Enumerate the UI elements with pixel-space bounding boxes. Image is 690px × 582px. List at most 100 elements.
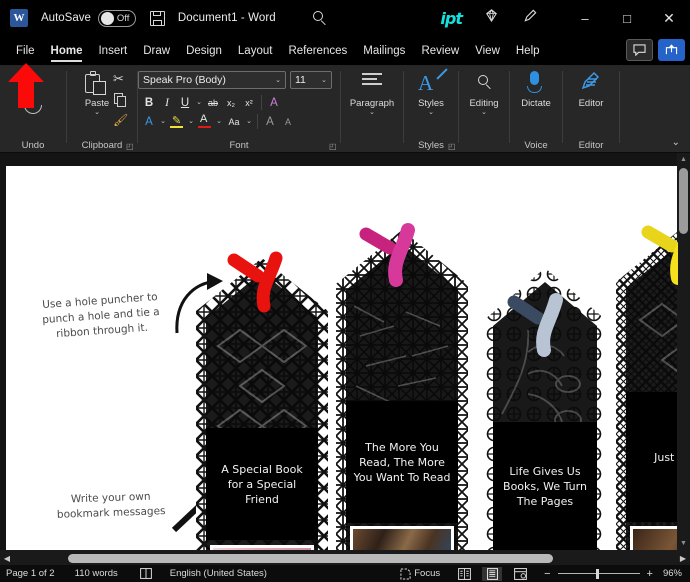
pen-edit-icon[interactable] [523, 8, 538, 28]
text-effects-chevron-down-icon[interactable]: ⌄ [158, 118, 168, 125]
comments-button[interactable] [626, 39, 653, 61]
highlight-chevron-down-icon[interactable]: ⌄ [186, 118, 196, 125]
font-row-divider [257, 114, 258, 129]
paragraph-chevron-down-icon[interactable]: ⌄ [341, 109, 403, 116]
scissors-icon[interactable]: ✂ [113, 71, 124, 87]
share-button[interactable] [658, 39, 685, 61]
font-size-combobox[interactable]: 11 ⌄ [290, 71, 332, 89]
tab-help[interactable]: Help [508, 36, 548, 65]
zoom-slider[interactable] [557, 568, 640, 579]
shrink-font-button[interactable]: A [279, 113, 297, 130]
change-case-chevron-down-icon[interactable]: ⌄ [244, 118, 254, 125]
italic-button[interactable]: I [158, 94, 176, 111]
autosave-toggle[interactable]: Off [97, 9, 136, 27]
minimize-button[interactable]: – [564, 0, 606, 36]
editor-label[interactable]: Editor [563, 98, 619, 109]
tab-review[interactable]: Review [413, 36, 467, 65]
zoom-slider-handle[interactable] [595, 568, 599, 579]
paste-label[interactable]: Paste [77, 98, 117, 109]
tab-view[interactable]: View [467, 36, 508, 65]
bookmark-card-2[interactable]: The More You Read, The More You Want To … [336, 223, 468, 550]
dictate-label[interactable]: Dictate [510, 98, 562, 109]
font-color-icon[interactable]: A [196, 113, 214, 130]
tab-actions [626, 39, 685, 61]
copy-icon[interactable] [114, 93, 128, 108]
styles-chevron-down-icon[interactable]: ⌄ [404, 109, 458, 116]
font-name-combobox[interactable]: Speak Pro (Body) ⌄ [138, 71, 286, 89]
tab-references[interactable]: References [280, 36, 355, 65]
close-button[interactable]: ✕ [648, 0, 690, 36]
tab-draw[interactable]: Draw [135, 36, 178, 65]
bookmark-card-4[interactable]: Just On Pa [616, 224, 678, 550]
subscript-button[interactable]: x₂ [222, 94, 240, 111]
chevron-down-icon[interactable]: ⌄ [275, 76, 281, 84]
superscript-button[interactable]: x² [240, 94, 258, 111]
tab-file[interactable]: File [8, 36, 43, 65]
horizontal-scrollbar[interactable]: ◀ ▶ [0, 551, 690, 565]
tab-mailings[interactable]: Mailings [355, 36, 413, 65]
maximize-button[interactable]: □ [606, 0, 648, 36]
editing-chevron-down-icon[interactable]: ⌄ [459, 109, 509, 116]
grow-font-button[interactable]: A [261, 113, 279, 130]
styles-label[interactable]: Styles [404, 98, 458, 109]
read-mode-button[interactable] [454, 567, 474, 581]
paste-chevron-down-icon[interactable]: ⌄ [77, 109, 117, 116]
bookmark-card-1[interactable]: A Special Book for a Special Friend [196, 251, 328, 550]
zoom-level[interactable]: 96% [663, 568, 682, 579]
editing-search-icon[interactable] [475, 73, 493, 91]
word-count[interactable]: 110 words [75, 568, 118, 579]
strikethrough-button[interactable]: ab [204, 94, 222, 111]
ribbon-tab-bar: File Home Insert Draw Design Layout Refe… [0, 36, 690, 65]
tab-design[interactable]: Design [178, 36, 230, 65]
undo-icon[interactable] [24, 105, 42, 114]
text-effects-icon[interactable]: A [140, 113, 158, 130]
scroll-right-arrow-icon[interactable]: ▶ [676, 551, 690, 565]
document-canvas[interactable]: Use a hole puncher to punch a hole and t… [0, 153, 690, 550]
page-indicator[interactable]: Page 1 of 2 [6, 568, 55, 579]
font-color-chevron-down-icon[interactable]: ⌄ [214, 118, 224, 125]
zoom-out-button[interactable]: − [544, 568, 550, 580]
language-indicator[interactable]: English (United States) [170, 568, 267, 579]
styles-icon[interactable]: A [418, 71, 433, 96]
horizontal-scroll-thumb[interactable] [68, 553, 553, 563]
tab-layout[interactable]: Layout [230, 36, 281, 65]
scroll-up-arrow-icon[interactable]: ▲ [677, 153, 690, 166]
print-layout-button[interactable] [482, 566, 503, 581]
underline-chevron-down-icon[interactable]: ⌄ [194, 99, 204, 106]
bookmark-card-3[interactable]: Life Gives Us Books, We Turn The Pages [484, 264, 606, 550]
chevron-down-icon[interactable]: ⌄ [321, 76, 327, 84]
clipboard-dialog-launcher[interactable]: ◰ [126, 142, 135, 151]
ribbon-collapse-chevron-down-icon[interactable]: ⌄ [672, 137, 680, 148]
save-icon[interactable] [149, 10, 165, 26]
proofing-icon[interactable] [139, 568, 152, 579]
ribbon-group-editing: Editing ⌄ [459, 65, 509, 153]
highlight-icon[interactable]: ✎ [168, 113, 186, 130]
web-layout-button[interactable] [510, 567, 530, 581]
tab-home[interactable]: Home [43, 36, 91, 65]
editor-pen-icon[interactable] [580, 71, 602, 98]
diamond-icon[interactable] [484, 8, 499, 28]
bookmark-caption-2: The More You Read, The More You Want To … [353, 440, 451, 484]
change-case-button[interactable]: Aa [224, 113, 244, 130]
editing-label[interactable]: Editing [459, 98, 509, 109]
scroll-down-arrow-icon[interactable]: ▼ [677, 537, 690, 550]
vertical-scrollbar[interactable]: ▲ ▼ [677, 153, 690, 550]
font-row-divider [261, 95, 262, 110]
focus-mode-button[interactable]: Focus [400, 567, 440, 580]
clear-formatting-icon[interactable]: A [265, 94, 283, 111]
tab-insert[interactable]: Insert [90, 36, 135, 65]
font-dialog-launcher[interactable]: ◰ [329, 142, 338, 151]
paste-icon[interactable] [85, 71, 107, 95]
document-page[interactable]: Use a hole puncher to punch a hole and t… [6, 166, 678, 550]
bold-button[interactable]: B [140, 94, 158, 111]
styles-dialog-launcher[interactable]: ◰ [448, 142, 457, 151]
zoom-in-button[interactable]: + [647, 568, 653, 580]
underline-button[interactable]: U [176, 94, 194, 111]
paragraph-label[interactable]: Paragraph [341, 98, 403, 109]
vertical-scroll-thumb[interactable] [679, 168, 688, 234]
scroll-left-arrow-icon[interactable]: ◀ [0, 551, 14, 565]
paragraph-icon[interactable] [362, 73, 382, 88]
dictate-microphone-icon[interactable] [527, 71, 542, 93]
search-icon[interactable] [310, 9, 330, 29]
format-painter-icon[interactable]: 🖌 [113, 113, 128, 127]
